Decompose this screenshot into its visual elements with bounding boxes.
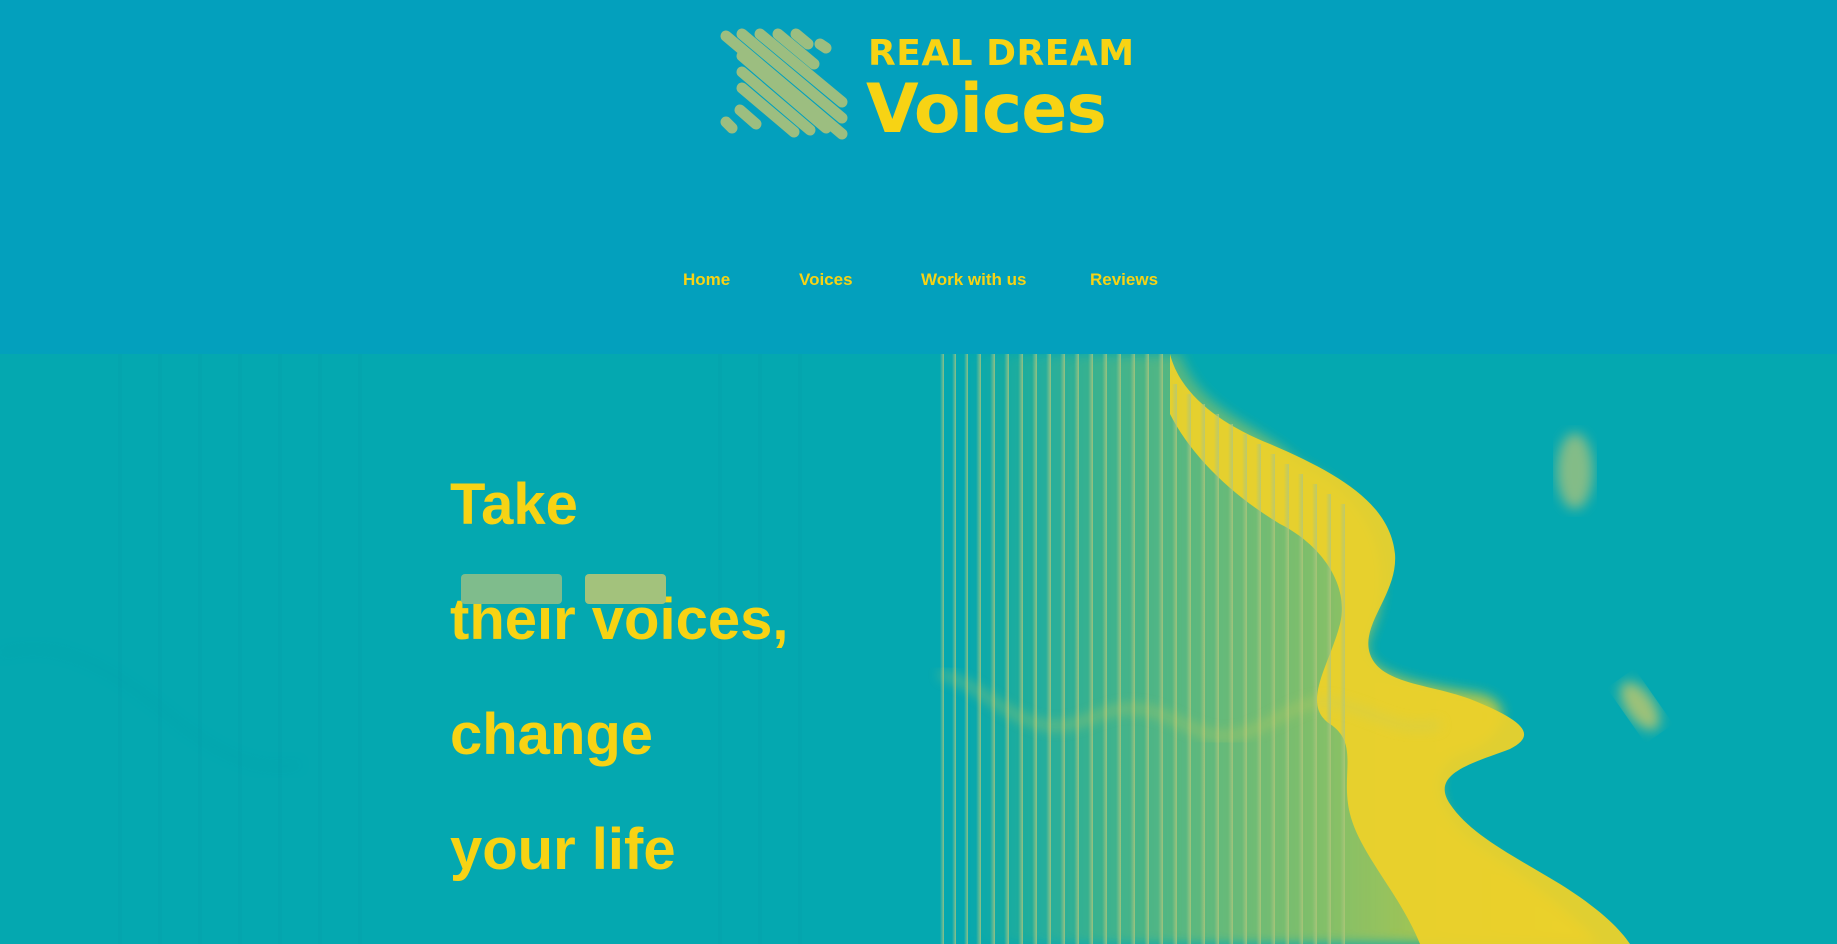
brand-name-top: REAL DREAM xyxy=(868,33,1135,74)
hero-headline: Take their voices, change your life xyxy=(450,447,788,907)
hero-section: Take their voices, change your life xyxy=(0,354,1837,944)
nav-item-home[interactable]: Home xyxy=(683,270,730,290)
nav-item-work-with-us[interactable]: Work with us xyxy=(921,270,1026,290)
diagonal-stripes-logo-icon xyxy=(720,28,848,140)
nav-item-voices[interactable]: Voices xyxy=(799,270,853,290)
headline-line: your life xyxy=(450,817,676,882)
page: REAL DREAM Voices Home Voices Work with … xyxy=(0,0,1837,944)
hero-primary-button[interactable] xyxy=(461,574,562,604)
hero-background-image xyxy=(0,354,1660,944)
site-header: REAL DREAM Voices Home Voices Work with … xyxy=(0,0,1837,354)
brand-name-main: Voices xyxy=(866,70,1107,149)
nav-item-reviews[interactable]: Reviews xyxy=(1090,270,1158,290)
hero-secondary-button[interactable] xyxy=(585,574,666,604)
headline-line: change xyxy=(450,702,654,767)
site-logo[interactable]: REAL DREAM Voices xyxy=(718,28,1134,152)
headline-line: Take xyxy=(450,472,578,537)
main-nav: Home Voices Work with us Reviews xyxy=(0,270,1837,300)
